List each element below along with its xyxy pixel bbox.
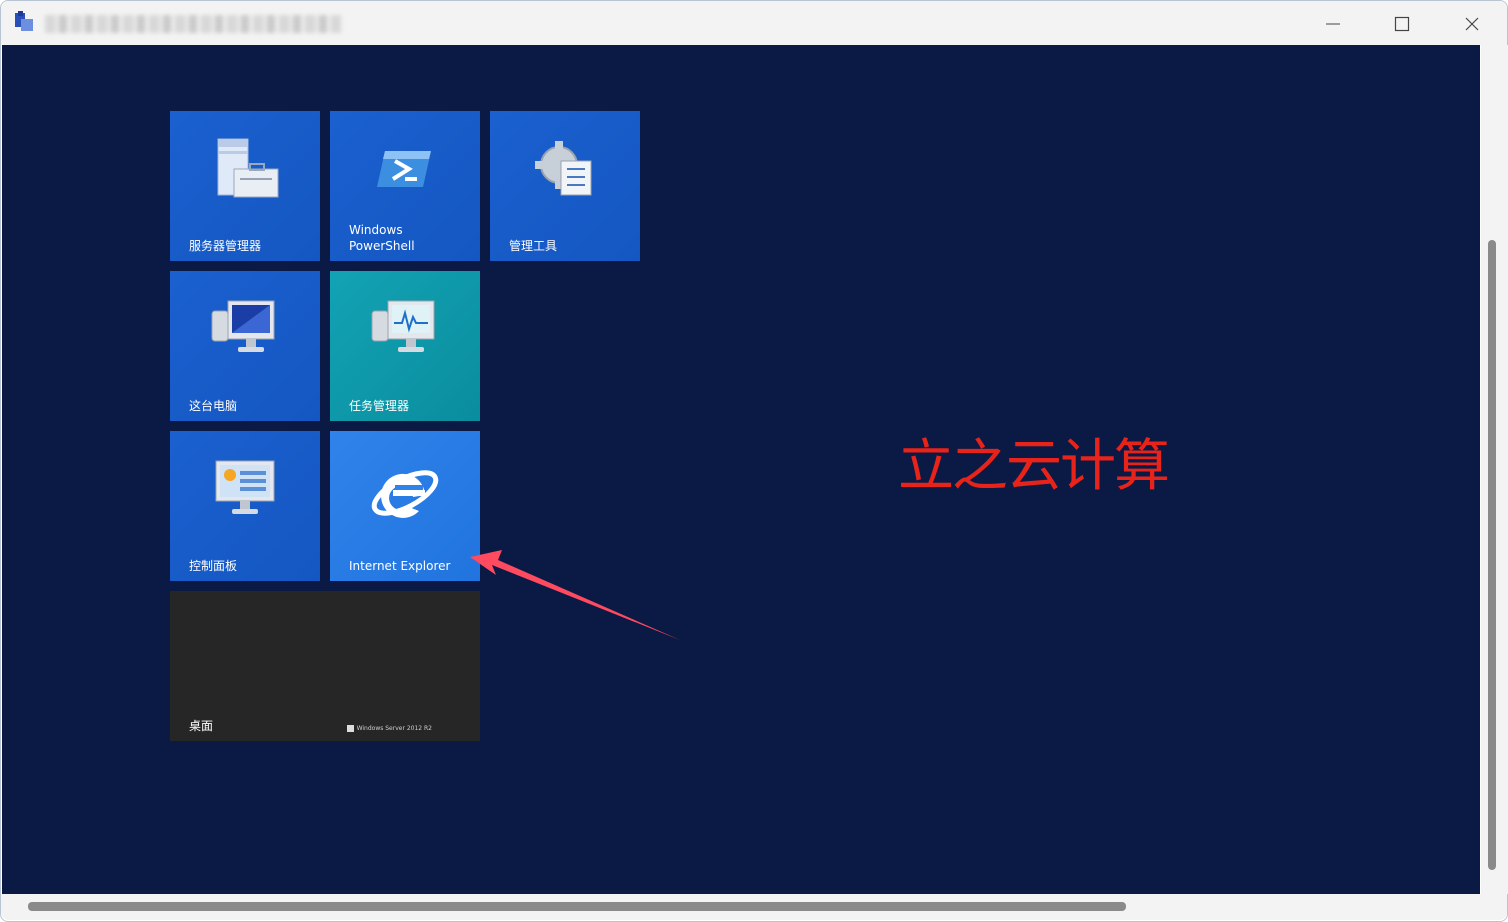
vertical-scrollbar-thumb[interactable] <box>1488 240 1496 870</box>
close-icon <box>1465 17 1479 31</box>
horizontal-scrollbar-thumb[interactable] <box>28 902 1126 911</box>
internet-explorer-icon <box>371 470 439 518</box>
admin-tools-icon <box>535 141 592 196</box>
tile-label: 控制面板 <box>189 559 238 573</box>
tile-label: 服务器管理器 <box>189 239 262 253</box>
computer-icon <box>211 300 275 352</box>
tile-label: 这台电脑 <box>189 399 238 413</box>
tile-task-manager[interactable]: 任务管理器 <box>330 271 480 421</box>
tile-this-pc[interactable]: 这台电脑 <box>170 271 320 421</box>
annotation-arrow <box>470 550 680 640</box>
tile-label: 管理工具 <box>509 239 558 253</box>
windows-server-brand: Windows Server 2012 R2 <box>346 725 432 732</box>
maximize-button[interactable] <box>1367 3 1437 45</box>
tile-label: 桌面 <box>189 719 214 733</box>
control-panel-icon <box>215 460 275 514</box>
close-button[interactable] <box>1437 3 1507 45</box>
watermark-text: 立之云计算 <box>898 434 1170 499</box>
brand-text: Windows Server 2012 R2 <box>356 725 432 732</box>
title-bar[interactable] <box>1 1 1507 45</box>
server-manager-icon <box>217 138 279 198</box>
task-manager-icon <box>371 300 435 352</box>
remote-desktop-app-icon <box>15 11 33 31</box>
tile-windows-powershell[interactable]: Windows PowerShell <box>330 111 480 261</box>
remote-desktop-screen[interactable]: 服务器管理器 Windows PowerShell 管理工具 这台电脑 任务管理… <box>2 45 1480 894</box>
tile-label: Internet Explorer <box>349 559 451 573</box>
window-title-redacted <box>45 15 341 33</box>
maximize-icon <box>1394 16 1410 32</box>
tile-control-panel[interactable]: 控制面板 <box>170 431 320 581</box>
tile-server-manager[interactable]: 服务器管理器 <box>170 111 320 261</box>
powershell-icon <box>377 151 431 187</box>
minimize-icon <box>1326 23 1340 25</box>
tile-label: Windows PowerShell <box>349 223 415 253</box>
tile-label: 任务管理器 <box>349 399 410 413</box>
tile-admin-tools[interactable]: 管理工具 <box>490 111 640 261</box>
tile-desktop[interactable]: 桌面 Windows Server 2012 R2 <box>170 591 480 741</box>
minimize-button[interactable] <box>1298 3 1368 45</box>
windows-logo-icon <box>346 725 354 732</box>
